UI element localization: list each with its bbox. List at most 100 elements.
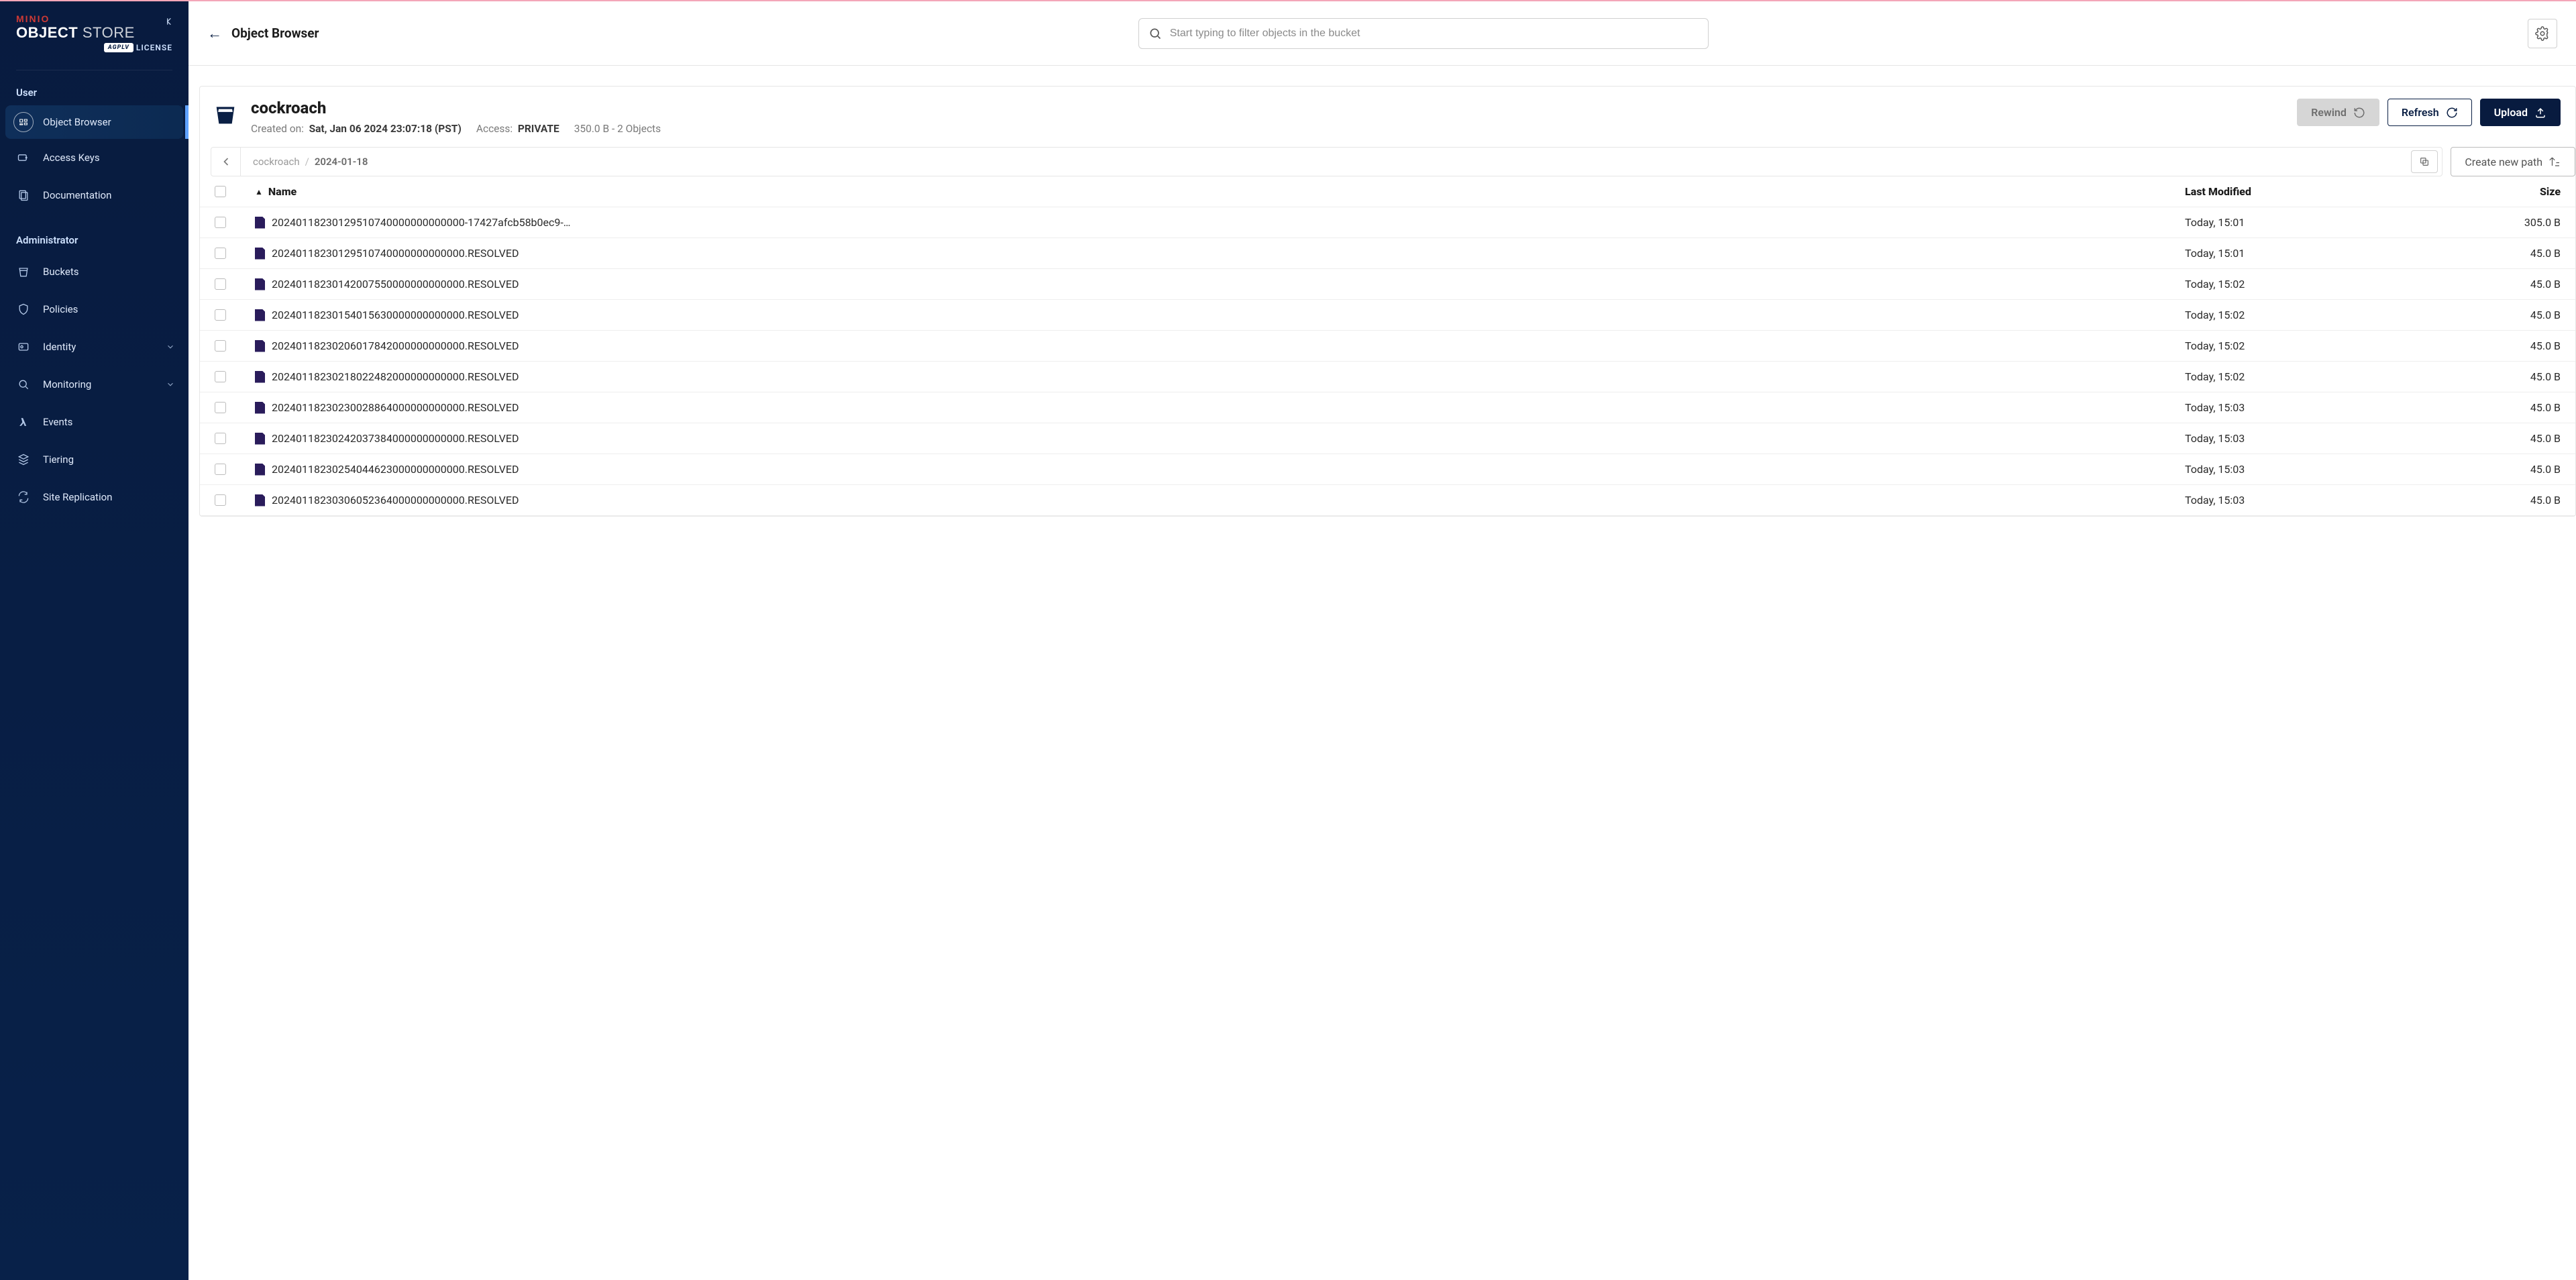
last-modified: Today, 15:03 [2185, 463, 2480, 476]
search-box[interactable] [1138, 18, 1709, 49]
rewind-button[interactable]: Rewind [2297, 99, 2379, 126]
rewind-icon [2353, 107, 2365, 119]
row-checkbox[interactable] [215, 217, 226, 228]
file-name: 20240118230129510740000000000000.RESOLVE… [272, 247, 519, 260]
table-row[interactable]: 20240118230142007550000000000000.RESOLVE… [200, 269, 2575, 300]
nav-section-user: User [0, 78, 189, 105]
logo-license: AGPLV LICENSE [16, 43, 172, 52]
col-size[interactable]: Size [2480, 185, 2561, 198]
bucket-name: cockroach [251, 99, 2285, 117]
file-size: 45.0 B [2480, 432, 2561, 445]
breadcrumb: cockroach / 2024-01-18 [241, 156, 2407, 168]
sidebar-item-documentation[interactable]: Documentation [0, 176, 189, 214]
collapse-sidebar-icon[interactable] [166, 16, 176, 27]
upload-icon [2534, 107, 2546, 119]
select-all-checkbox[interactable] [215, 186, 226, 197]
topbar: ← Object Browser [189, 1, 2576, 66]
sidebar-item-label: Object Browser [43, 116, 111, 128]
table-row[interactable]: 20240118230230028864000000000000.RESOLVE… [200, 392, 2575, 423]
file-size: 45.0 B [2480, 247, 2561, 260]
file-name: 20240118230218022482000000000000.RESOLVE… [272, 370, 519, 383]
table-row[interactable]: 20240118230154015630000000000000.RESOLVE… [200, 300, 2575, 331]
copy-path-button[interactable] [2411, 150, 2438, 173]
row-checkbox[interactable] [215, 248, 226, 259]
file-size: 45.0 B [2480, 339, 2561, 352]
table-row[interactable]: 20240118230129510740000000000000-17427af… [200, 207, 2575, 238]
file-icon [255, 248, 265, 260]
refresh-button[interactable]: Refresh [2387, 99, 2472, 126]
sidebar-item-object-browser[interactable]: Object Browser [5, 105, 183, 139]
breadcrumb-part[interactable]: cockroach [253, 156, 300, 168]
key-icon [13, 148, 34, 168]
table-row[interactable]: 20240118230254044623000000000000.RESOLVE… [200, 454, 2575, 485]
table-row[interactable]: 20240118230218022482000000000000.RESOLVE… [200, 362, 2575, 392]
lambda-icon [13, 412, 34, 432]
sidebar-item-access-keys[interactable]: Access Keys [0, 139, 189, 176]
table-row[interactable]: 20240118230206017842000000000000.RESOLVE… [200, 331, 2575, 362]
table-row[interactable]: 20240118230306052364000000000000.RESOLVE… [200, 485, 2575, 516]
sidebar-item-label: Policies [43, 303, 78, 315]
sidebar-item-label: Documentation [43, 189, 111, 201]
sidebar-item-policies[interactable]: Policies [0, 290, 189, 328]
sort-asc-icon[interactable]: ▲ [255, 187, 263, 197]
sidebar-item-tiering[interactable]: Tiering [0, 441, 189, 478]
row-checkbox[interactable] [215, 464, 226, 475]
file-size: 45.0 B [2480, 494, 2561, 506]
table-row[interactable]: 20240118230242037384000000000000.RESOLVE… [200, 423, 2575, 454]
monitoring-icon [13, 374, 34, 394]
create-new-path-button[interactable]: Create new path [2451, 147, 2575, 176]
logo-block: MINIO OBJECT STORE AGPLV LICENSE [0, 1, 189, 62]
sidebar-item-label: Events [43, 416, 72, 428]
sidebar-item-monitoring[interactable]: Monitoring [0, 366, 189, 403]
path-back-button[interactable] [211, 148, 241, 176]
last-modified: Today, 15:02 [2185, 339, 2480, 352]
file-icon [255, 402, 265, 414]
breadcrumb-part[interactable]: 2024-01-18 [315, 156, 368, 168]
file-icon [255, 464, 265, 476]
file-size: 305.0 B [2480, 216, 2561, 229]
col-last-modified[interactable]: Last Modified [2185, 185, 2480, 198]
nav-section-admin: Administrator [0, 226, 189, 253]
bucket-large-icon [212, 101, 239, 128]
row-checkbox[interactable] [215, 278, 226, 290]
table-row[interactable]: 20240118230129510740000000000000.RESOLVE… [200, 238, 2575, 269]
object-browser-icon [13, 112, 34, 132]
file-icon [255, 371, 265, 383]
sidebar-item-label: Buckets [43, 266, 79, 278]
file-size: 45.0 B [2480, 401, 2561, 414]
sidebar-item-label: Site Replication [43, 491, 112, 503]
sidebar-item-site-replication[interactable]: Site Replication [0, 478, 189, 516]
main: ← Object Browser [189, 1, 2576, 1280]
file-name: 20240118230154015630000000000000.RESOLVE… [272, 309, 519, 321]
sidebar-item-identity[interactable]: Identity [0, 328, 189, 366]
agpl-badge: AGPLV [104, 43, 133, 52]
search-input[interactable] [1170, 28, 1699, 40]
row-checkbox[interactable] [215, 494, 226, 506]
file-icon [255, 433, 265, 445]
back-button[interactable]: ← Object Browser [207, 25, 319, 42]
sidebar-item-buckets[interactable]: Buckets [0, 253, 189, 290]
upload-button[interactable]: Upload [2480, 99, 2561, 126]
logo-objectstore: OBJECT STORE [16, 24, 172, 42]
bucket-meta: Created on: Sat, Jan 06 2024 23:07:18 (P… [251, 123, 2285, 135]
chevron-down-icon [166, 380, 175, 389]
row-checkbox[interactable] [215, 371, 226, 382]
row-checkbox[interactable] [215, 402, 226, 413]
copy-icon [2419, 156, 2430, 167]
file-name: 20240118230230028864000000000000.RESOLVE… [272, 401, 519, 414]
file-size: 45.0 B [2480, 309, 2561, 321]
file-size: 45.0 B [2480, 278, 2561, 290]
sidebar-item-events[interactable]: Events [0, 403, 189, 441]
settings-button[interactable] [2528, 19, 2557, 48]
page-title: Object Browser [231, 25, 319, 41]
row-checkbox[interactable] [215, 340, 226, 352]
file-size: 45.0 B [2480, 370, 2561, 383]
search-icon [1148, 27, 1162, 40]
last-modified: Today, 15:03 [2185, 432, 2480, 445]
col-name[interactable]: Name [268, 185, 297, 198]
last-modified: Today, 15:03 [2185, 494, 2480, 506]
last-modified: Today, 15:02 [2185, 370, 2480, 383]
last-modified: Today, 15:01 [2185, 216, 2480, 229]
row-checkbox[interactable] [215, 309, 226, 321]
row-checkbox[interactable] [215, 433, 226, 444]
